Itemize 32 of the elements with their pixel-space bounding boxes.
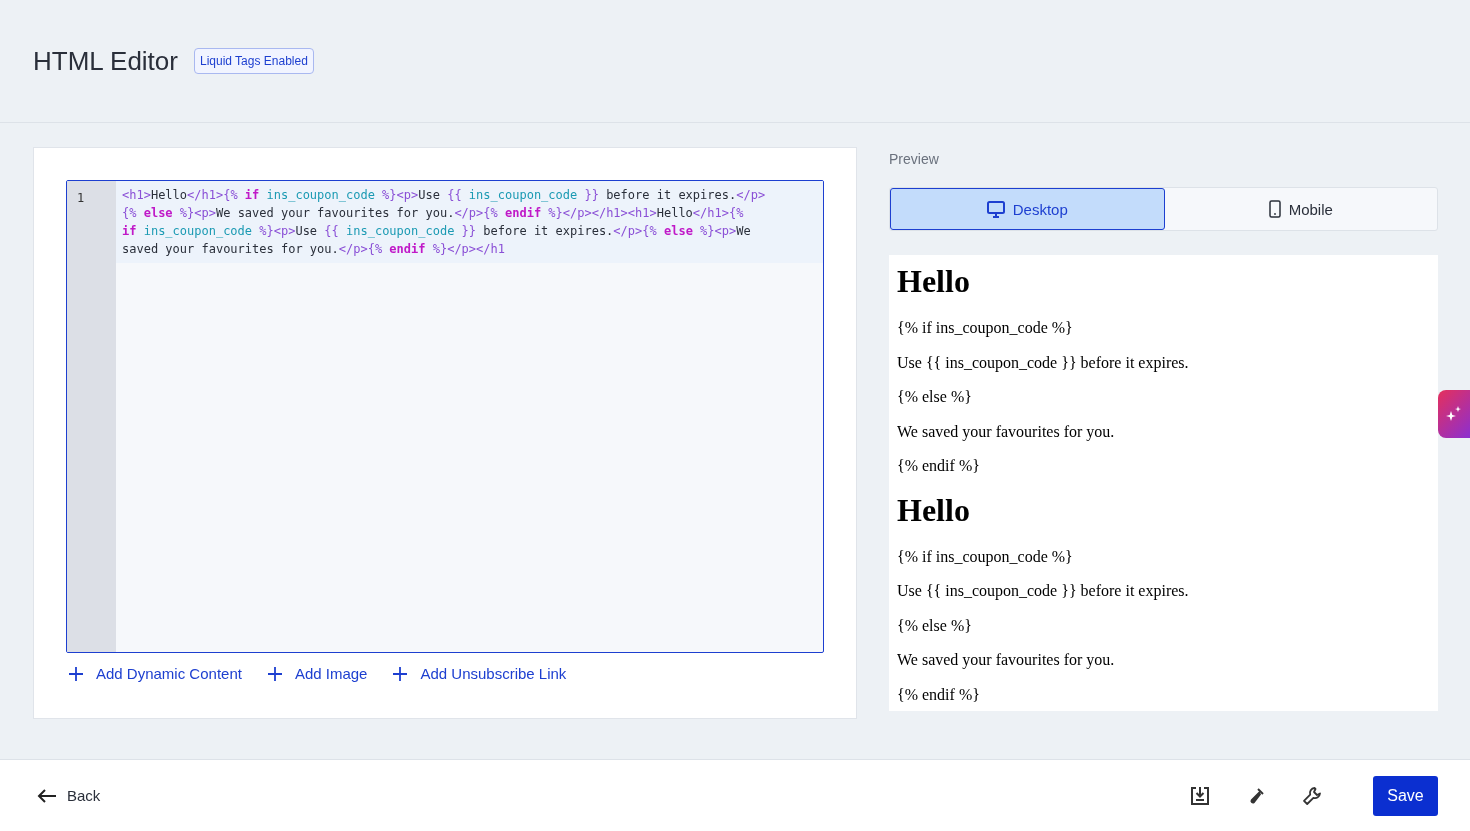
preview-paragraph: {% else %} [897, 616, 973, 635]
preview-paragraph: {% endif %} [897, 685, 981, 704]
liquid-tags-badge: Liquid Tags Enabled [193, 48, 314, 74]
view-tab[interactable]: Mobile [1164, 188, 1437, 230]
preview-paragraph: {% if ins_coupon_code %} [897, 547, 1074, 566]
plus-icon [267, 666, 282, 681]
page-title: HTML Editor [33, 45, 178, 77]
monitor-icon [986, 200, 1005, 218]
add-link[interactable]: Add Image [264, 663, 371, 684]
preview-paragraph: Use {{ ins_coupon_code }} before it expires. [897, 353, 1190, 372]
view-tab[interactable]: Desktop [890, 188, 1165, 230]
add-link[interactable]: Add Dynamic Content [66, 663, 245, 684]
preview-paragraph: We saved your favourites for you. [897, 651, 1116, 670]
add-link[interactable]: Add Unsubscribe Link [390, 663, 570, 684]
ai-assistant-button[interactable] [1438, 390, 1470, 438]
preview-paragraph: {% else %} [897, 388, 973, 407]
back-button[interactable]: Back [33, 783, 105, 808]
preview-paragraph: Use {{ ins_coupon_code }} before it expires. [897, 582, 1190, 601]
preview-paragraph: {% endif %} [897, 457, 981, 476]
preview-paragraph: We saved your favourites for you. [897, 422, 1116, 441]
preview-label: Preview [889, 151, 940, 167]
save-button[interactable]: Save [1373, 775, 1438, 816]
preview-heading: Hello [897, 491, 971, 528]
phone-icon [1268, 200, 1281, 218]
plus-icon [393, 666, 408, 681]
preview-heading: Hello [897, 263, 971, 299]
preview-paragraph: {% if ins_coupon_code %} [897, 319, 1074, 338]
plus-icon [69, 666, 83, 681]
line-number: 1 [77, 191, 85, 205]
download-tray-icon [1190, 785, 1210, 806]
wrench-icon [1302, 785, 1322, 806]
arrow-left-icon [37, 787, 57, 804]
